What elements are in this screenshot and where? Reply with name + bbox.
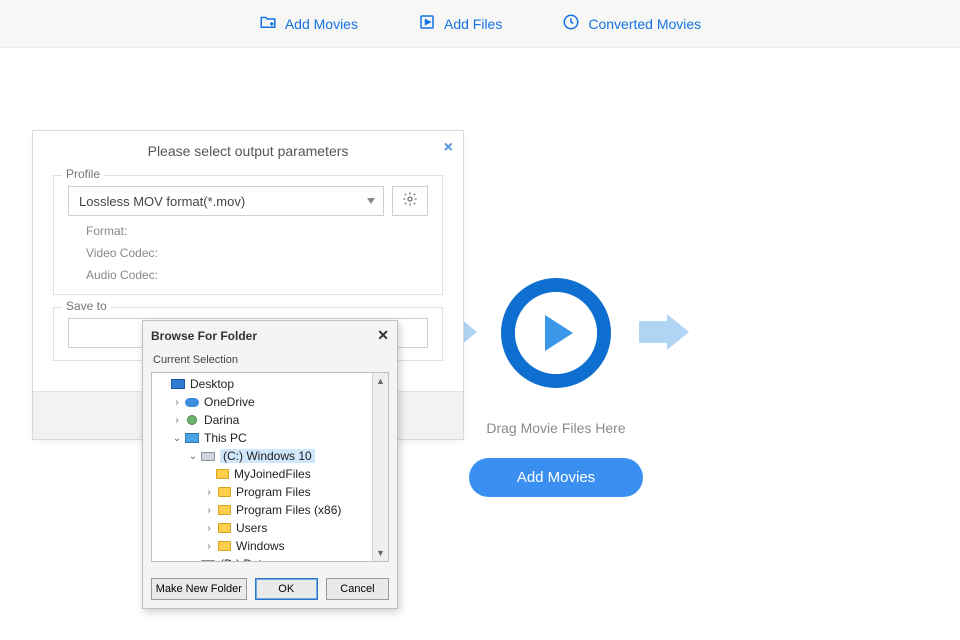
tree-node-desktop[interactable]: Desktop	[152, 375, 388, 393]
app-logo	[501, 278, 611, 388]
dialog-header: Please select output parameters ×	[33, 131, 463, 169]
tree-node-windows[interactable]: ›Windows	[152, 537, 388, 555]
drive-icon	[201, 452, 215, 461]
cancel-button[interactable]: Cancel	[326, 578, 389, 600]
tree-node-progfiles86[interactable]: ›Program Files (x86)	[152, 501, 388, 519]
expand-icon[interactable]: ›	[186, 559, 200, 563]
profile-select-value: Lossless MOV format(*.mov)	[79, 194, 245, 209]
toolbar-add-movies[interactable]: Add Movies	[259, 13, 358, 34]
format-label: Format:	[86, 224, 428, 238]
profile-fieldset: Profile Lossless MOV format(*.mov) Forma…	[53, 175, 443, 295]
tree-node-onedrive[interactable]: ›OneDrive	[152, 393, 388, 411]
gear-icon	[402, 191, 418, 212]
play-icon	[545, 315, 573, 351]
add-movies-button[interactable]: Add Movies	[469, 458, 643, 497]
top-toolbar: Add Movies Add Files Converted Movies	[0, 0, 960, 48]
browse-title: Browse For Folder	[151, 329, 257, 343]
dialog-close-button[interactable]: ×	[444, 139, 453, 157]
drop-hint: Drag Movie Files Here	[486, 420, 625, 436]
expand-icon[interactable]: ›	[202, 487, 216, 498]
collapse-icon[interactable]: ⌄	[170, 433, 184, 444]
chevron-down-icon	[367, 198, 375, 204]
arrow-right-icon	[639, 314, 691, 350]
profile-settings-button[interactable]	[392, 186, 428, 216]
dialog-title: Please select output parameters	[148, 143, 349, 159]
tree-scrollbar[interactable]: ▲ ▼	[372, 373, 388, 561]
ok-button[interactable]: OK	[255, 578, 318, 600]
desktop-icon	[171, 379, 185, 389]
expand-icon[interactable]: ›	[202, 541, 216, 552]
file-play-icon	[418, 13, 436, 34]
pc-icon	[185, 433, 199, 443]
tree-node-users[interactable]: ›Users	[152, 519, 388, 537]
folder-icon	[218, 487, 231, 497]
collapse-icon[interactable]: ⌄	[186, 451, 200, 462]
browse-subtitle: Current Selection	[143, 350, 397, 372]
scroll-down-icon[interactable]: ▼	[373, 545, 388, 561]
video-codec-label: Video Codec:	[86, 246, 428, 260]
expand-icon[interactable]: ›	[202, 523, 216, 534]
audio-codec-label: Audio Codec:	[86, 268, 428, 282]
toolbar-add-files[interactable]: Add Files	[418, 13, 502, 34]
folder-icon	[218, 541, 231, 551]
scroll-up-icon[interactable]: ▲	[373, 373, 388, 389]
tree-node-progfiles[interactable]: ›Program Files	[152, 483, 388, 501]
browse-header: Browse For Folder ✕	[143, 321, 397, 350]
folder-plus-icon	[259, 13, 277, 34]
profile-select[interactable]: Lossless MOV format(*.mov)	[68, 186, 384, 216]
save-to-legend: Save to	[62, 299, 111, 313]
browse-footer: Make New Folder OK Cancel	[143, 570, 397, 608]
tree-node-d-drive[interactable]: ›(D:) Data	[152, 555, 388, 562]
tree-node-c-drive[interactable]: ⌄(C:) Windows 10	[152, 447, 388, 465]
user-icon	[187, 415, 197, 425]
browse-folder-dialog: Browse For Folder ✕ Current Selection De…	[142, 320, 398, 609]
folder-tree: Desktop ›OneDrive ›Darina ⌄This PC ⌄(C:)…	[151, 372, 389, 562]
cloud-icon	[185, 398, 199, 407]
drop-zone[interactable]: Drag Movie Files Here Add Movies	[436, 278, 676, 497]
tree-node-user[interactable]: ›Darina	[152, 411, 388, 429]
clock-icon	[562, 13, 580, 34]
tree-node-myjoined[interactable]: MyJoinedFiles	[152, 465, 388, 483]
folder-icon	[218, 505, 231, 515]
drive-icon	[201, 560, 215, 563]
expand-icon[interactable]: ›	[170, 415, 184, 426]
tree-node-this-pc[interactable]: ⌄This PC	[152, 429, 388, 447]
toolbar-converted-label: Converted Movies	[588, 16, 701, 32]
toolbar-add-files-label: Add Files	[444, 16, 502, 32]
expand-icon[interactable]: ›	[170, 397, 184, 408]
toolbar-add-movies-label: Add Movies	[285, 16, 358, 32]
expand-icon[interactable]: ›	[202, 505, 216, 516]
toolbar-converted[interactable]: Converted Movies	[562, 13, 701, 34]
folder-icon	[218, 523, 231, 533]
profile-legend: Profile	[62, 167, 104, 181]
folder-icon	[216, 469, 229, 479]
browse-close-button[interactable]: ✕	[377, 327, 389, 344]
make-new-folder-button[interactable]: Make New Folder	[151, 578, 247, 600]
